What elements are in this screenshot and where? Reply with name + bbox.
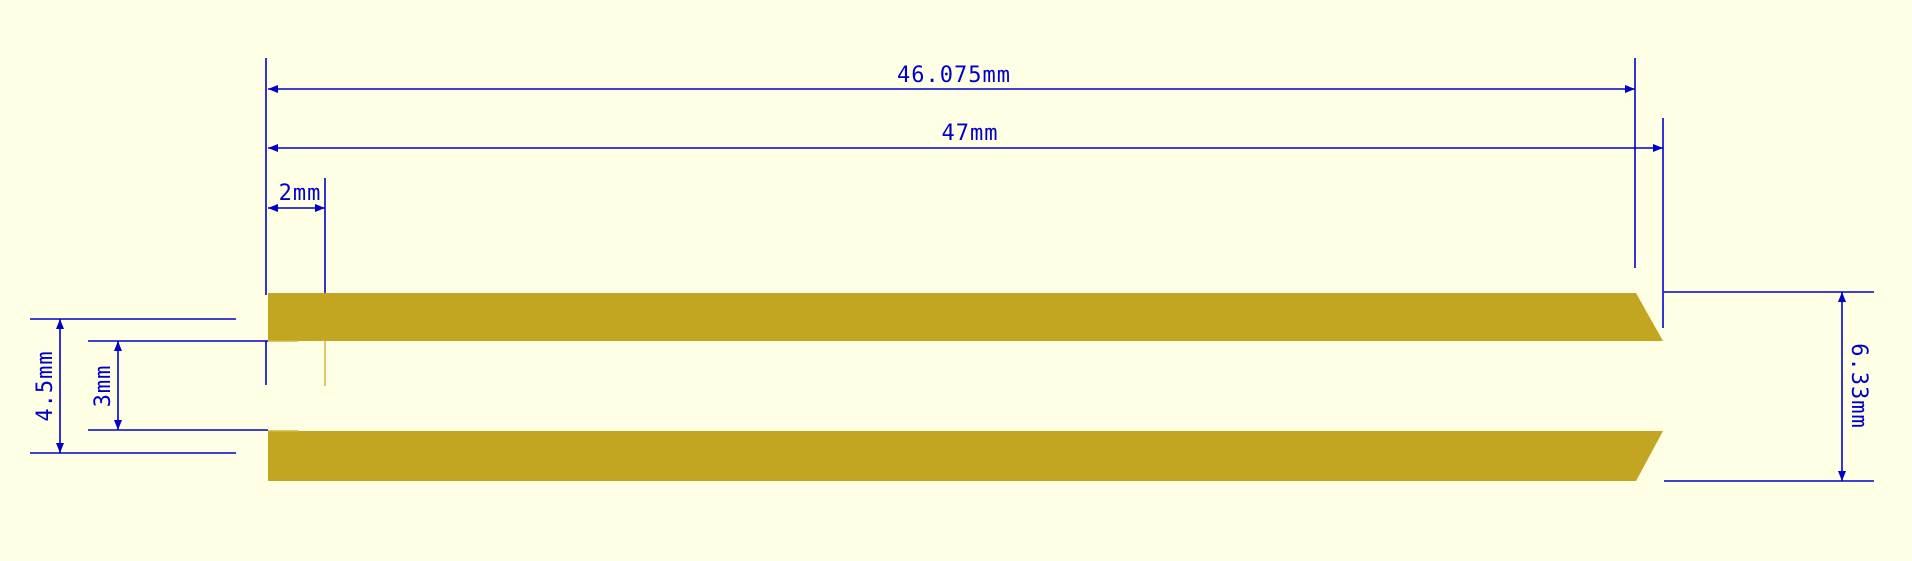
part-geometry [268, 293, 1663, 481]
dim-label-45: 4.5mm [33, 350, 58, 421]
drawing-canvas: 46.075mm 47mm 2mm 4.5mm 3mm 6.33mm [30, 58, 1874, 482]
dim-label-3: 3mm [91, 365, 116, 408]
dim-label-47: 47mm [942, 121, 999, 146]
dim-label-46075: 46.075mm [897, 63, 1011, 88]
construction-guides [268, 340, 326, 432]
dim-label-2: 2mm [279, 181, 322, 206]
dim-label-633: 6.33mm [1846, 343, 1871, 428]
upper-strip [268, 293, 1663, 341]
lower-strip-chamfer [268, 431, 1663, 481]
